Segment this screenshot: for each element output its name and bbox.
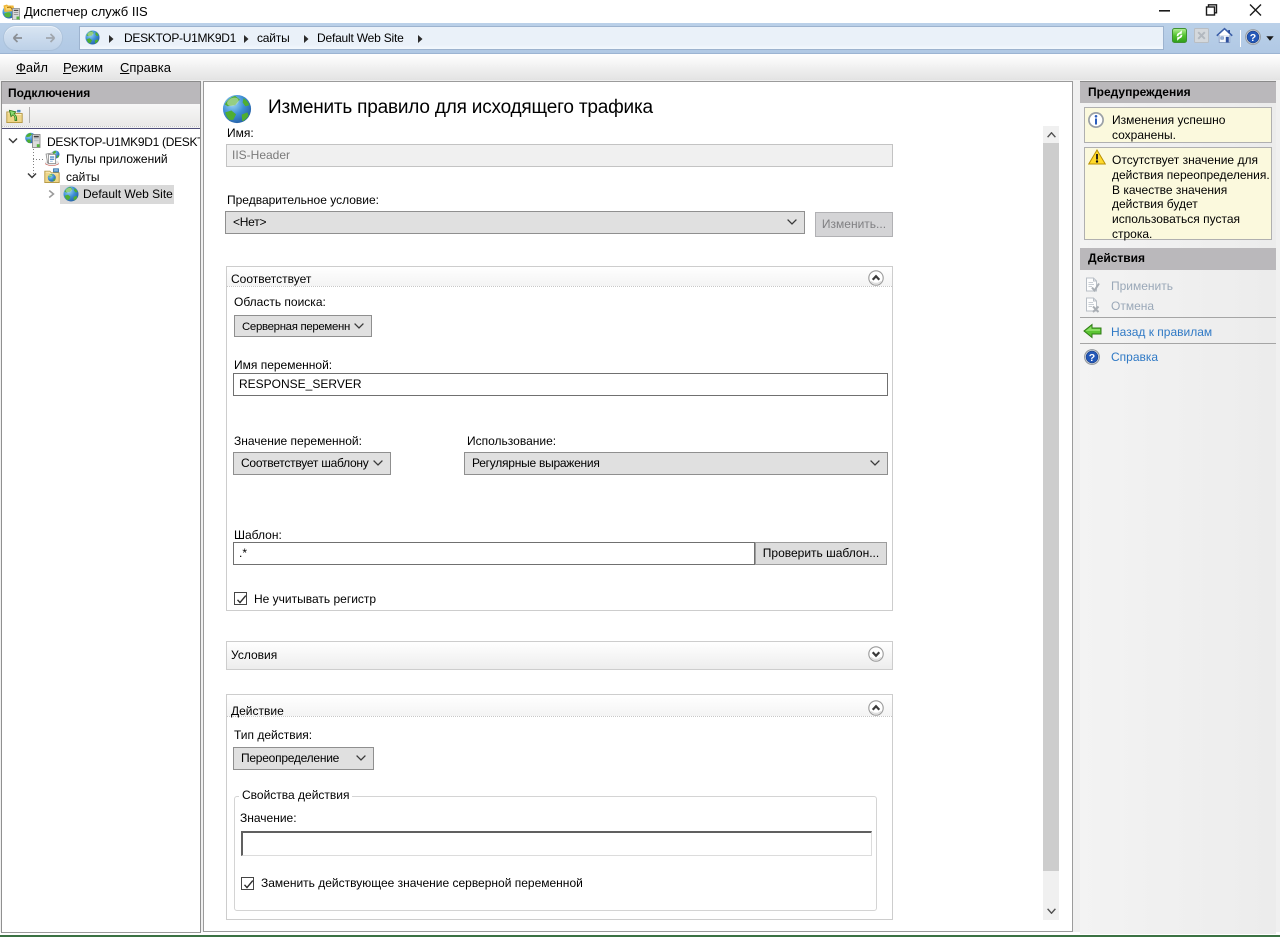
- svg-text:?: ?: [1250, 32, 1256, 44]
